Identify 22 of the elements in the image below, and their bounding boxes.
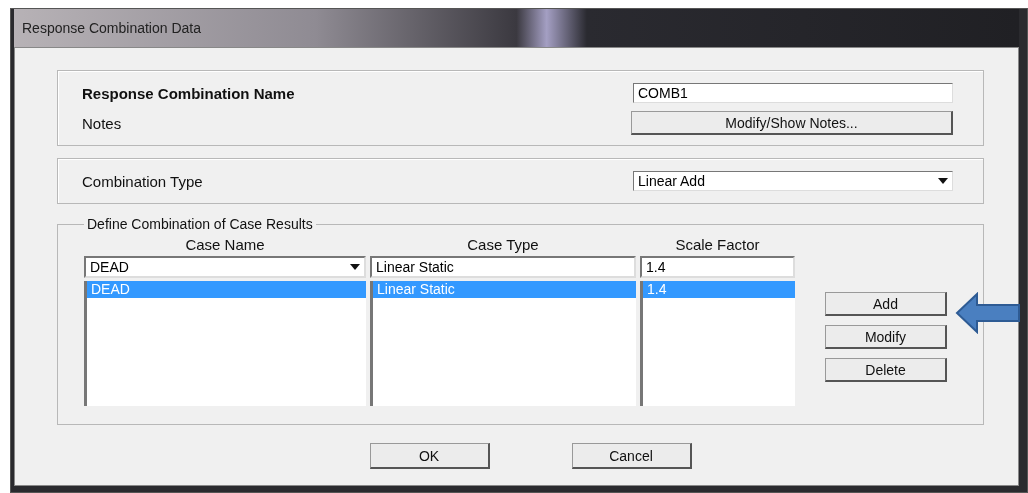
notes-label: Notes xyxy=(82,114,122,132)
arrow-icon xyxy=(955,292,1021,334)
entry-field[interactable]: Linear Static xyxy=(370,256,636,278)
dialog-button[interactable]: Cancel xyxy=(571,443,692,469)
column-header: Case Name xyxy=(184,236,266,255)
type-dropdown[interactable]: Linear Add xyxy=(633,171,953,191)
side-button[interactable]: Add xyxy=(825,292,947,316)
caret-icon xyxy=(938,178,948,184)
name-field[interactable]: COMB1 xyxy=(633,83,953,103)
type-label: Combination Type xyxy=(82,172,203,190)
dialog-button[interactable]: OK xyxy=(369,443,490,469)
side-button[interactable]: Modify xyxy=(825,325,947,349)
window-title: Response Combination Data xyxy=(22,20,201,36)
notes-button[interactable]: Modify/Show Notes... xyxy=(631,111,953,135)
case-dropdown[interactable]: DEAD xyxy=(84,256,366,278)
side-button[interactable]: Delete xyxy=(825,358,947,382)
name-label: Response Combination Name xyxy=(82,84,295,102)
entry-field[interactable]: 1.4 xyxy=(640,256,795,278)
caret-icon xyxy=(350,264,360,270)
column-header: Case Type xyxy=(466,236,540,255)
group-title: Define Combination of Case Results xyxy=(86,216,314,232)
column-header: Scale Factor xyxy=(674,236,761,255)
